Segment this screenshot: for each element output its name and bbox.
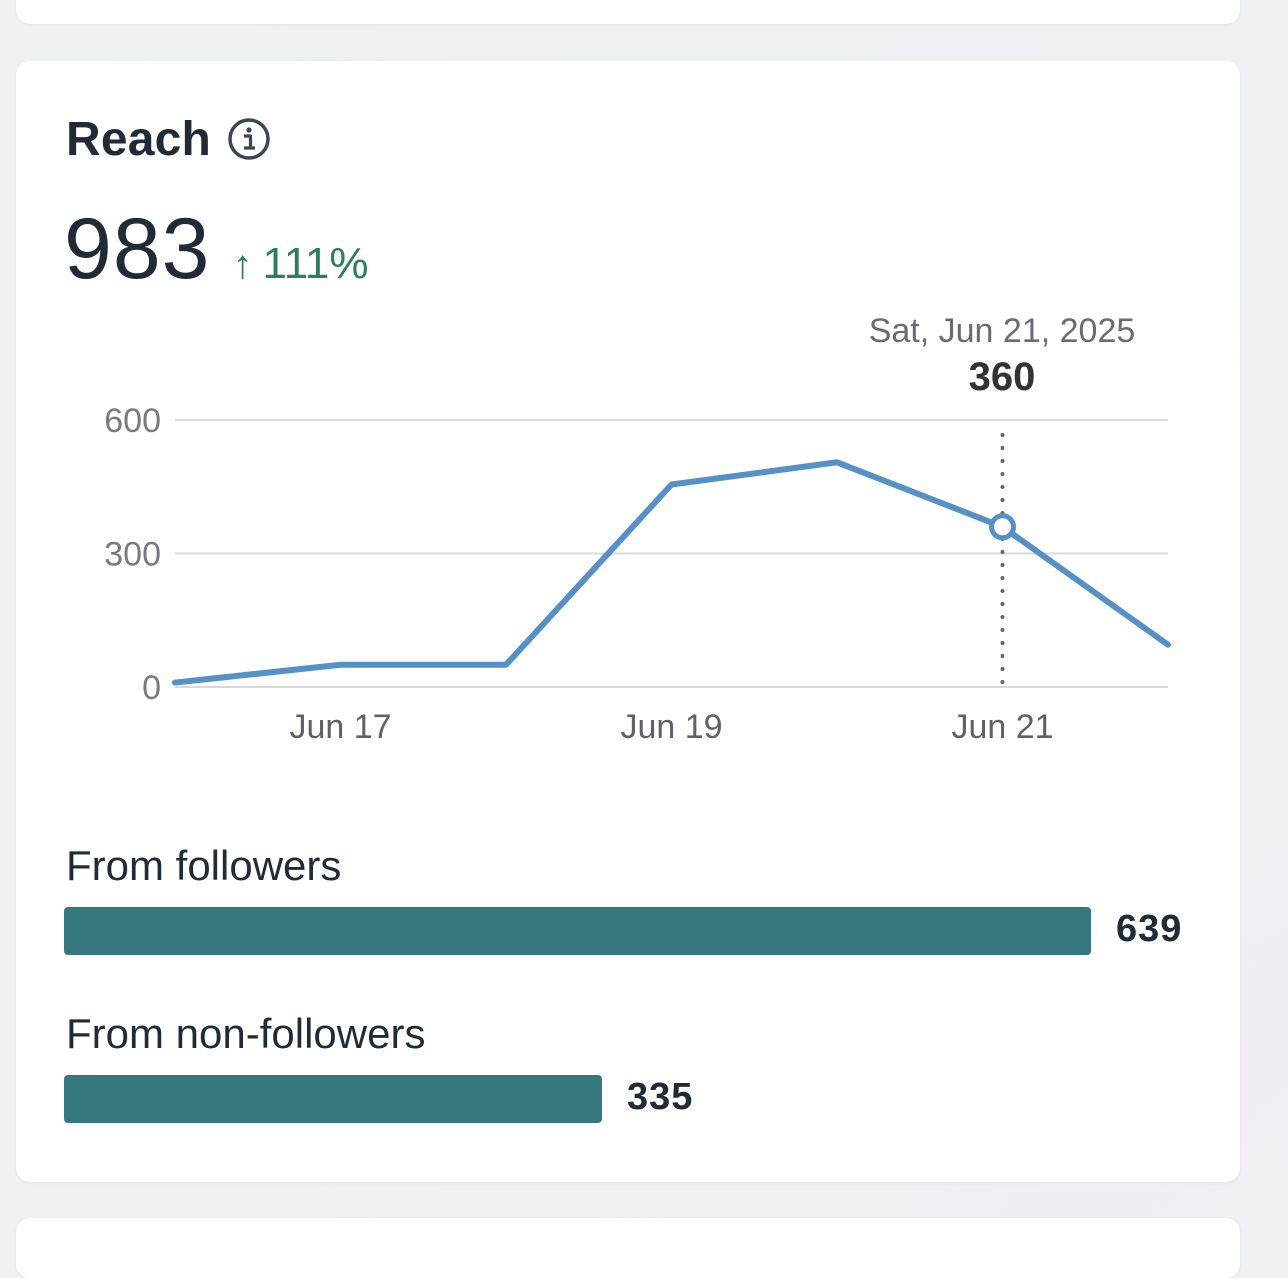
card-title: Reach	[66, 112, 212, 166]
info-icon[interactable]	[227, 117, 271, 161]
change-indicator: ↑ 111%	[233, 239, 369, 289]
y-tick-label: 300	[104, 536, 161, 574]
next-card	[16, 1218, 1240, 1278]
non-followers-value: 335	[627, 1076, 694, 1118]
non-followers-bar	[64, 1075, 602, 1123]
y-tick-label: 600	[104, 402, 161, 440]
reach-line-chart[interactable]: 0 300 600 Jun 17 Jun 19 Jun 21 Sat, Jun 21, 20…	[0, 300, 1288, 770]
followers-value: 639	[1116, 908, 1183, 950]
reach-header: Reach	[66, 108, 271, 170]
tooltip-date: Sat, Jun 21, 2025	[869, 312, 1136, 350]
x-tick-label: Jun 17	[289, 708, 391, 746]
series-line	[172, 459, 1171, 686]
x-tick-label: Jun 19	[620, 708, 722, 746]
followers-bar	[64, 907, 1091, 955]
reach-metric: 983 ↑ 111%	[64, 200, 369, 310]
x-tick-label: Jun 21	[951, 708, 1053, 746]
highlight-marker	[989, 513, 1016, 541]
y-tick-label: 0	[142, 669, 161, 707]
arrow-up-icon: ↑	[232, 243, 253, 287]
tooltip-value: 360	[969, 355, 1036, 399]
followers-label: From followers	[66, 842, 342, 889]
previous-card	[16, 0, 1240, 24]
non-followers-label: From non-followers	[66, 1010, 426, 1057]
change-percent: 111%	[262, 239, 369, 288]
reach-total: 983	[64, 201, 211, 297]
